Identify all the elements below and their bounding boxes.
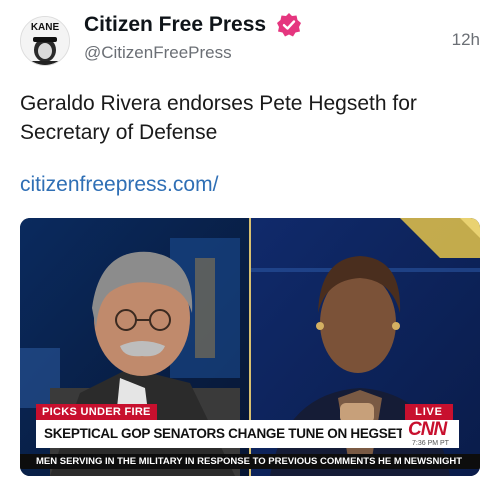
post-timestamp[interactable]: 12h: [452, 30, 480, 50]
news-ticker: MEN SERVING IN THE MILITARY IN RESPONSE …: [20, 454, 480, 469]
network-logo-box: CNN 7:36 PM PT: [402, 420, 459, 448]
post-card[interactable]: KANE Citizen Free Press @CitizenFreePres…: [0, 0, 500, 494]
network-time: 7:36 PM PT: [412, 440, 449, 447]
post-link[interactable]: citizenfreepress.com/: [20, 173, 218, 197]
live-badge: LIVE: [405, 404, 453, 420]
ticker-text: MEN SERVING IN THE MILITARY IN RESPONSE …: [36, 456, 443, 467]
verified-badge-icon: [277, 13, 301, 37]
network-logo: CNN: [408, 419, 447, 440]
avatar-text: KANE: [31, 22, 60, 33]
post-text: Geraldo Rivera endorses Pete Hegseth for…: [20, 92, 417, 144]
media-video[interactable]: PICKS UNDER FIRE LIVE SKEPTICAL GOP SENA…: [20, 218, 480, 476]
avatar[interactable]: KANE: [20, 16, 70, 66]
author-handle[interactable]: @CitizenFreePress: [84, 43, 232, 63]
author-name[interactable]: Citizen Free Press: [84, 13, 266, 37]
chyron-headline: SKEPTICAL GOP SENATORS CHANGE TUNE ON HE…: [36, 420, 402, 448]
chyron-label: PICKS UNDER FIRE: [36, 404, 157, 420]
ticker-tag: NEWSNIGHT: [400, 454, 462, 469]
avatar-image: KANE: [21, 17, 69, 65]
